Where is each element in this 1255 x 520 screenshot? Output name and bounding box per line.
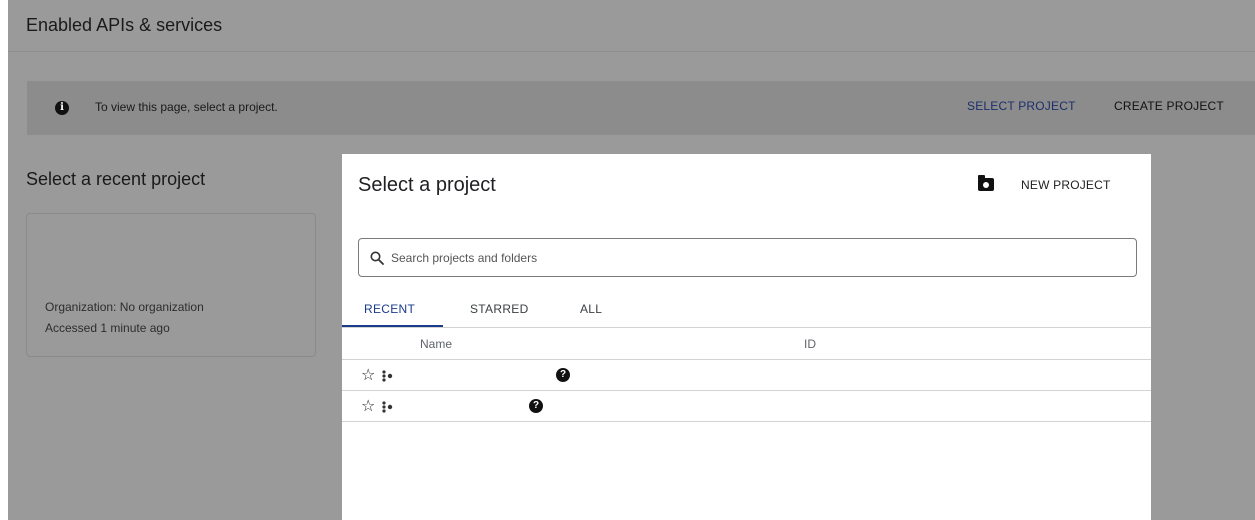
tabs-divider [342,327,1151,328]
page-header: Enabled APIs & services [8,0,1255,52]
search-input[interactable] [391,239,1121,276]
tab-starred[interactable]: STARRED [470,302,529,316]
new-project-button[interactable]: NEW PROJECT [1021,178,1111,192]
star-outline-icon[interactable]: ☆ [361,365,375,384]
banner-message: To view this page, select a project. [95,100,278,114]
recent-project-card[interactable]: Organization: No organization Accessed 1… [26,213,316,357]
project-icon [382,370,393,382]
new-folder-icon[interactable] [978,175,994,191]
help-icon[interactable]: ? [556,368,570,382]
recent-projects-heading: Select a recent project [26,169,206,189]
page: Enabled APIs & services i To view this p… [0,0,1255,520]
column-header-name[interactable]: Name [420,337,452,351]
search-icon [370,251,384,265]
card-accessed-time: Accessed 1 minute ago [45,321,170,335]
help-icon[interactable]: ? [529,399,543,413]
select-project-dialog: Select a project NEW PROJECT RECENT STAR… [342,154,1151,520]
info-icon: i [55,101,69,115]
project-row[interactable]: ☆ ? [342,391,1151,422]
tab-recent[interactable]: RECENT [364,302,415,316]
select-project-banner: i To view this page, select a project. S… [27,81,1255,135]
tab-all[interactable]: ALL [580,302,602,316]
column-header-id[interactable]: ID [804,337,816,351]
select-project-button[interactable]: SELECT PROJECT [967,99,1076,113]
project-row[interactable]: ☆ ? [342,360,1151,391]
star-outline-icon[interactable]: ☆ [361,396,375,415]
page-title: Enabled APIs & services [26,15,223,35]
search-box[interactable] [358,238,1137,277]
create-project-button[interactable]: CREATE PROJECT [1114,99,1224,113]
project-tabs: RECENT STARRED ALL [342,294,1151,328]
dialog-title: Select a project [358,174,496,196]
card-organization: Organization: No organization [45,300,204,314]
project-icon [382,401,393,413]
